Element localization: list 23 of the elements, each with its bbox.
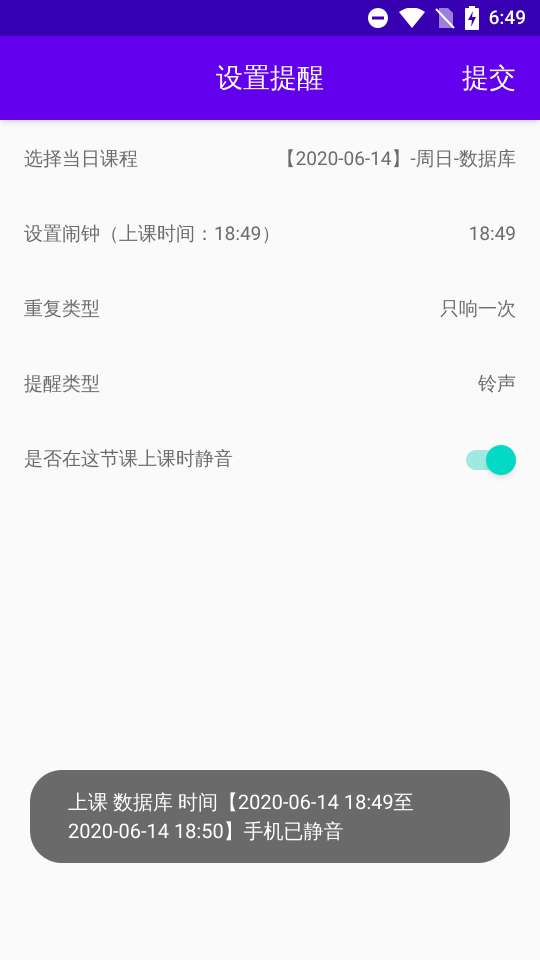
setting-label: 设置闹钟（上课时间：18:49） xyxy=(24,221,280,248)
app-bar-title: 设置提醒 xyxy=(216,60,324,96)
setting-label: 提醒类型 xyxy=(24,371,100,398)
setting-row[interactable]: 是否在这节课上课时静音 xyxy=(0,422,540,497)
setting-value: 铃声 xyxy=(478,371,516,398)
setting-label: 选择当日课程 xyxy=(24,146,138,172)
setting-value: 18:49 xyxy=(468,221,516,248)
wifi-icon xyxy=(398,8,425,28)
battery-charging-icon xyxy=(464,6,479,30)
do-not-disturb-icon xyxy=(366,7,389,29)
setting-row[interactable]: 选择当日课程 【2020-06-14】-周日-数据库 xyxy=(0,122,540,197)
setting-row[interactable]: 重复类型 只响一次 xyxy=(0,272,540,347)
toast-message: 上课 数据库 时间【2020-06-14 18:49至 2020-06-14 18:50】手机已静音 xyxy=(68,788,415,844)
setting-label: 重复类型 xyxy=(24,296,100,322)
status-time: 6:49 xyxy=(488,4,526,31)
setting-label: 是否在这节课上课时静音 xyxy=(24,446,233,472)
submit-button[interactable]: 提交 xyxy=(462,58,516,98)
setting-row[interactable]: 提醒类型 铃声 xyxy=(0,347,540,422)
setting-value: 【2020-06-14】-周日-数据库 xyxy=(276,146,516,172)
toggle-switch[interactable] xyxy=(464,444,516,474)
setting-row[interactable]: 设置闹钟（上课时间：18:49） 18:49 xyxy=(0,197,540,272)
setting-value: 只响一次 xyxy=(440,296,516,322)
no-sim-icon xyxy=(434,7,455,29)
